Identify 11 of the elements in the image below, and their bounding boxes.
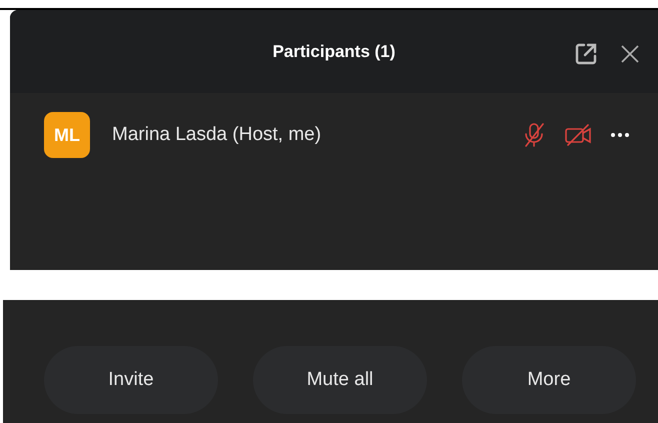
- action-button[interactable]: Invite: [44, 346, 218, 414]
- panel-title: Participants (1): [272, 42, 396, 62]
- avatar: ML: [44, 112, 90, 158]
- pop-out-icon[interactable]: [574, 42, 598, 66]
- action-button[interactable]: Mute all: [253, 346, 427, 414]
- close-icon[interactable]: [620, 44, 640, 64]
- action-button[interactable]: More: [462, 346, 636, 414]
- muted-microphone-icon[interactable]: [522, 122, 546, 148]
- camera-off-icon[interactable]: [564, 123, 592, 147]
- participant-name: Marina Lasda (Host, me): [112, 124, 322, 146]
- more-options-icon[interactable]: [610, 132, 630, 138]
